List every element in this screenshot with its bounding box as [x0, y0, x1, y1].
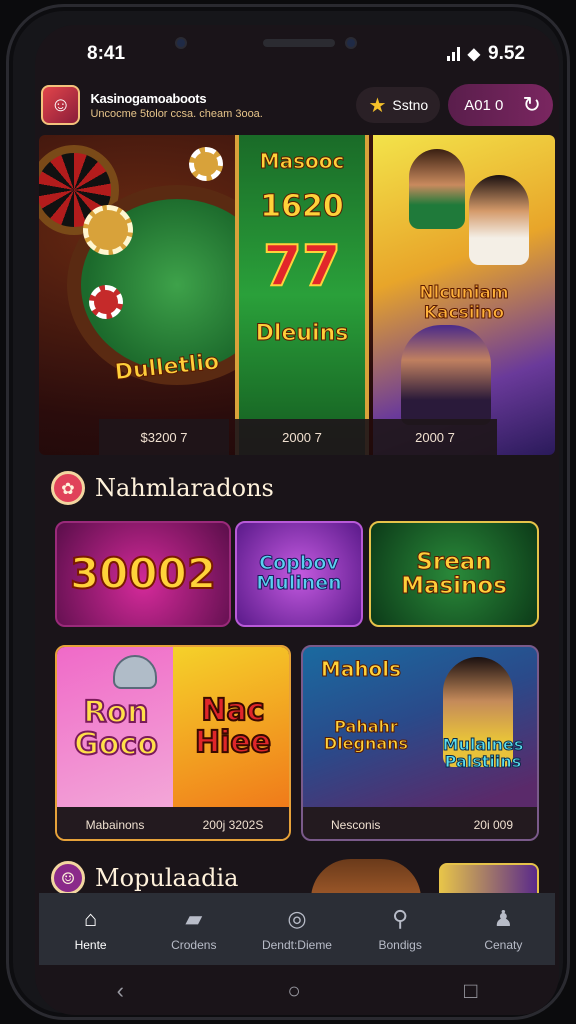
tile-footer-left: Mabainons: [85, 818, 145, 832]
section-badge-icon: ✿: [51, 471, 85, 505]
star-icon: ★: [368, 94, 387, 117]
chip-icon: ◎: [287, 906, 307, 931]
nav-search[interactable]: ⚲ Bondigs: [352, 906, 448, 952]
nav-label: Dendt:Dieme: [261, 938, 332, 952]
chip-icon: [89, 285, 123, 319]
game-tile-3[interactable]: Srean Masinos: [369, 521, 539, 627]
nav-chips[interactable]: ◎ Dendt:Dieme: [249, 906, 345, 952]
slots-symbol: 77: [262, 233, 342, 300]
status-bar: 8:41 ◆ 9.52: [35, 25, 559, 75]
slots-title: Masooc: [259, 149, 345, 174]
game-tile-title: 30002: [69, 548, 217, 598]
game-tile-title-top: Mahols: [320, 657, 402, 681]
featured-carousel[interactable]: Dulletlio $3200 7 Masooc 1620 77 Dleuins…: [39, 135, 555, 455]
status-time: 8:41: [87, 43, 126, 64]
app-title: Kasinogamoaboots: [90, 90, 207, 106]
section-title-1: ✿ Nahmlaradons: [51, 471, 274, 505]
tile-footer-right: 200j 3202S: [202, 818, 264, 832]
account-balance-button[interactable]: A01 0 ↻: [448, 84, 553, 126]
section-badge-icon: ☺: [51, 861, 85, 895]
section-heading: Mopulaadia: [95, 864, 239, 892]
nav-cards[interactable]: ▰ Crodens: [146, 906, 242, 952]
tile-footer: Mabainons 200j 3202S: [57, 807, 289, 839]
hosts-logo: Nlcuniam Kacsiino: [419, 283, 509, 324]
nav-home[interactable]: ⌂ Hente: [43, 906, 139, 952]
favorites-label: Sstno: [392, 97, 429, 113]
tile-footer-left: Nesconis: [331, 818, 381, 832]
nav-label: Bondigs: [378, 938, 422, 952]
wifi-icon: ◆: [467, 46, 481, 63]
person-icon: ♟: [493, 906, 514, 931]
account-label: A01 0: [464, 96, 504, 114]
nav-label: Hente: [74, 938, 107, 952]
chip-icon: [83, 205, 133, 255]
featured-card-slots[interactable]: Masooc 1620 77 Dleuins 2000 7: [235, 135, 369, 455]
search-icon: ⚲: [392, 906, 409, 931]
game-tile-5[interactable]: Mahols Pahahr Dlegnans Mulaines Palstiin…: [301, 645, 539, 841]
slots-logo: Dleuins: [255, 321, 349, 347]
back-icon[interactable]: ‹: [117, 978, 124, 1004]
nav-label: Cenaty: [484, 938, 523, 952]
section-heading: Nahmlaradons: [95, 474, 274, 502]
game-tile-title-left: Ron Goco: [73, 695, 159, 762]
game-tile-title-mid: Pahahr Dlegnans: [323, 717, 409, 753]
featured-amount-2: 2000 7: [235, 419, 369, 455]
game-tile-4[interactable]: Ron Goco Nac Hiee Mabainons 200j 3202S: [55, 645, 291, 841]
featured-card-hosts[interactable]: Nlcuniam Kacsiino 2000 7: [373, 135, 555, 455]
game-tile-title-right: Mulaines Palstiins: [442, 735, 524, 771]
game-tile-title-right: Nac Hiee: [194, 693, 272, 760]
system-navigation: ‹ ○ □: [35, 967, 559, 1015]
refresh-icon[interactable]: ↻: [523, 92, 541, 118]
app-screen: 8:41 ◆ 9.52 ☺ Kasinogamoaboots Uncocme 5…: [35, 25, 559, 1015]
tile-footer-right: 20i 009: [473, 818, 513, 832]
game-tile-1[interactable]: 30002: [55, 521, 231, 627]
host-woman-image: [409, 149, 465, 229]
recents-icon[interactable]: □: [464, 978, 477, 1004]
signal-icon: [446, 47, 460, 61]
nav-profile[interactable]: ♟ Cenaty: [455, 906, 551, 952]
battery-level: 9.52: [488, 43, 525, 64]
app-header: ☺ Kasinogamoaboots Uncocme 5tolor ccsa. …: [41, 77, 553, 133]
host-man-image: [469, 175, 529, 265]
nav-label: Crodens: [171, 938, 217, 952]
tile-footer: Nesconis 20i 009: [303, 807, 537, 839]
game-tile-title: Copbov Mulinen: [256, 552, 342, 594]
slots-number: 1620: [260, 189, 345, 225]
favorites-button[interactable]: ★ Sstno: [356, 87, 441, 123]
section-title-2: ☺ Mopulaadia: [51, 861, 238, 895]
profile-avatar[interactable]: ☺: [41, 85, 81, 125]
home-circle-icon[interactable]: ○: [287, 978, 300, 1004]
featured-amount-1: $3200 7: [99, 419, 229, 455]
game-tile-2[interactable]: Copbov Mulinen: [235, 521, 363, 627]
phone-frame: 8:41 ◆ 9.52 ☺ Kasinogamoaboots Uncocme 5…: [6, 4, 570, 1020]
host-gamer-image: [401, 325, 491, 425]
app-subtitle: Uncocme 5tolor ccsa. cheam 3ooa.: [90, 107, 263, 120]
featured-amount-3: 2000 7: [373, 419, 497, 455]
home-icon: ⌂: [83, 906, 98, 931]
bottom-navigation: ⌂ Hente ▰ Crodens ◎ Dendt:Dieme ⚲ Bondig…: [39, 893, 555, 965]
chip-icon: [189, 147, 223, 181]
game-tile-title: Srean Masinos: [401, 548, 508, 599]
cards-icon: ▰: [185, 906, 203, 931]
